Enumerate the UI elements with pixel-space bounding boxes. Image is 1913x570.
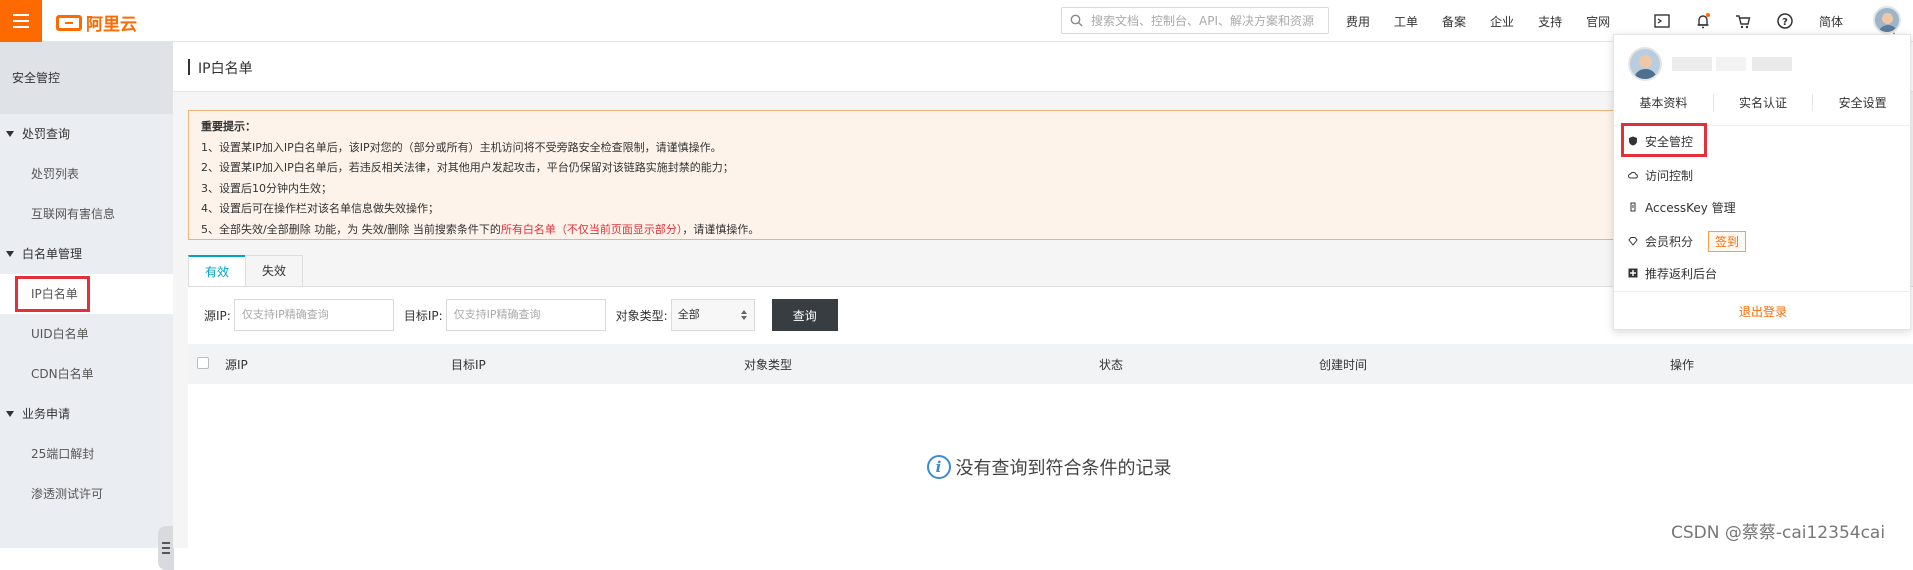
column-target-ip[interactable]: 目标IP bbox=[451, 356, 486, 373]
cart-icon[interactable] bbox=[1733, 11, 1753, 31]
caret-down-icon bbox=[6, 411, 14, 417]
menu-icon[interactable] bbox=[0, 0, 42, 42]
target-ip-input[interactable]: 仅支持IP精确查询 bbox=[445, 299, 606, 331]
menu-item-access-control[interactable]: 访问控制 bbox=[1628, 163, 1693, 187]
menu-item-security-control[interactable]: 安全管控 bbox=[1628, 129, 1693, 153]
sidebar: 安全管控 处罚查询 处罚列表 互联网有害信息 白名单管理 IP白名单 UID白名… bbox=[0, 42, 174, 570]
csdn-watermark: CSDN @蔡蔡-cai12354cai bbox=[1671, 523, 1886, 543]
notice-warning-text: 所有白名单（不仅当前页面显示部分） bbox=[500, 222, 683, 236]
column-object-type[interactable]: 对象类型 bbox=[744, 356, 792, 373]
column-actions: 操作 bbox=[1670, 358, 1695, 372]
help-icon[interactable]: ? bbox=[1775, 11, 1795, 31]
source-ip-input[interactable]: 仅支持IP精确查询 bbox=[233, 299, 394, 331]
object-type-select[interactable]: 全部 bbox=[670, 299, 755, 331]
key-icon bbox=[1630, 202, 1636, 212]
sidebar-group-business[interactable]: 业务申请 bbox=[0, 394, 173, 434]
notice-line: 3、设置后10分钟内生效； bbox=[201, 181, 332, 195]
svg-text:?: ? bbox=[1782, 17, 1788, 28]
tab-valid[interactable]: 有效 bbox=[188, 255, 247, 287]
top-nav-links: 费用 工单 备案 企业 支持 官网 bbox=[1346, 0, 1634, 42]
notice-line: 4、设置后可在操作栏对该名单信息做失效操作； bbox=[201, 202, 439, 215]
global-search[interactable] bbox=[1061, 7, 1329, 34]
bell-icon[interactable] bbox=[1693, 11, 1713, 31]
redacted-username-part bbox=[1716, 57, 1746, 71]
nav-link-icp[interactable]: 备案 bbox=[1442, 13, 1466, 30]
sidebar-item-ip-whitelist[interactable]: IP白名单 bbox=[0, 274, 173, 314]
notice-line: 5、全部失效/全部删除 功能，为 失效/删除 当前搜索条件下的所有白名单（不仅当… bbox=[201, 222, 760, 236]
redacted-username bbox=[1672, 57, 1712, 71]
query-button[interactable]: 查询 bbox=[771, 299, 838, 331]
sidebar-title: 安全管控 bbox=[0, 42, 173, 114]
plus-box-icon bbox=[1628, 268, 1638, 278]
menu-item-referral[interactable]: 推荐返利后台 bbox=[1628, 261, 1717, 285]
sign-in-badge[interactable]: 签到 bbox=[1708, 230, 1747, 252]
account-tabs: 基本资料 实名认证 安全设置 bbox=[1614, 87, 1912, 117]
logo-mark bbox=[56, 14, 82, 31]
select-all-checkbox[interactable] bbox=[197, 357, 209, 369]
tab-realname-auth[interactable]: 实名认证 bbox=[1714, 93, 1814, 111]
search-input[interactable] bbox=[1089, 12, 1319, 29]
empty-state: i 没有查询到符合条件的记录 bbox=[188, 384, 1913, 549]
language-switch[interactable]: 简体 bbox=[1819, 13, 1843, 30]
column-status[interactable]: 状态 bbox=[1099, 356, 1123, 373]
notice-heading: 重要提示： bbox=[201, 120, 256, 133]
column-created-time[interactable]: 创建时间 bbox=[1319, 356, 1367, 373]
logo-text: 阿里云 bbox=[86, 15, 137, 35]
shield-icon bbox=[1629, 136, 1637, 146]
target-ip-label: 目标IP: bbox=[403, 308, 443, 323]
notice-line: 2、设置某IP加入IP白名单后，若违反相关法律，对其他用户发起攻击，平台仍保留对… bbox=[201, 161, 734, 174]
menu-item-member-points[interactable]: 会员积分 签到 bbox=[1628, 229, 1747, 253]
page-title: IP白名单 bbox=[198, 61, 253, 77]
user-dropdown-menu: 基本资料 实名认证 安全设置 安全管控 访问控制 AccessKey 管理 会员… bbox=[1613, 34, 1912, 331]
caret-down-icon bbox=[6, 131, 14, 137]
sidebar-collapse-handle[interactable] bbox=[158, 526, 174, 570]
sidebar-item-harmful-info[interactable]: 互联网有害信息 bbox=[0, 194, 173, 234]
sidebar-item-penalty-list[interactable]: 处罚列表 bbox=[0, 154, 173, 194]
table-header: 源IP 目标IP 对象类型 状态 创建时间 操作 bbox=[188, 344, 1913, 384]
sidebar-item-uid-whitelist[interactable]: UID白名单 bbox=[0, 314, 173, 354]
nav-link-fees[interactable]: 费用 bbox=[1346, 13, 1370, 30]
notice-line: 1、设置某IP加入IP白名单后，该IP对您的（部分或所有）主机访问将不受旁路安全… bbox=[201, 140, 722, 154]
sidebar-group-penalty[interactable]: 处罚查询 bbox=[0, 114, 173, 154]
caret-down-icon bbox=[6, 251, 14, 257]
dropdown-avatar bbox=[1628, 47, 1662, 81]
object-type-label: 对象类型: bbox=[615, 308, 668, 323]
redacted-username-part bbox=[1752, 57, 1792, 71]
logout-button[interactable]: 退出登录 bbox=[1614, 291, 1912, 331]
sidebar-item-cdn-whitelist[interactable]: CDN白名单 bbox=[0, 354, 173, 394]
cloud-icon bbox=[1628, 171, 1638, 179]
nav-link-enterprise[interactable]: 企业 bbox=[1490, 13, 1514, 30]
tab-basic-info[interactable]: 基本资料 bbox=[1614, 93, 1714, 111]
nav-link-website[interactable]: 官网 bbox=[1586, 13, 1610, 30]
nav-link-support[interactable]: 支持 bbox=[1538, 13, 1562, 30]
source-ip-label: 源IP: bbox=[204, 308, 231, 323]
menu-item-accesskey[interactable]: AccessKey 管理 bbox=[1628, 195, 1736, 219]
sidebar-group-whitelist[interactable]: 白名单管理 bbox=[0, 234, 173, 274]
aliyun-logo[interactable]: 阿里云 bbox=[56, 10, 137, 35]
sidebar-item-port25[interactable]: 25端口解封 bbox=[0, 434, 173, 474]
empty-message: 没有查询到符合条件的记录 bbox=[955, 457, 1172, 479]
status-tabs: 有效 失效 bbox=[188, 255, 304, 287]
search-icon bbox=[1070, 14, 1083, 27]
user-avatar[interactable] bbox=[1873, 6, 1901, 34]
sidebar-item-pentest[interactable]: 渗透测试许可 bbox=[0, 474, 173, 514]
filter-bar: 源IP: 仅支持IP精确查询 目标IP: 仅支持IP精确查询 对象类型: 全部 … bbox=[188, 287, 838, 343]
nav-link-tickets[interactable]: 工单 bbox=[1394, 13, 1418, 30]
tab-security-settings[interactable]: 安全设置 bbox=[1813, 94, 1912, 111]
column-source-ip[interactable]: 源IP bbox=[225, 356, 248, 373]
info-icon: i bbox=[926, 454, 951, 479]
diamond-icon bbox=[1628, 237, 1638, 246]
terminal-icon[interactable] bbox=[1652, 11, 1672, 31]
sort-arrows-icon bbox=[740, 310, 747, 320]
red-highlight-box bbox=[15, 276, 90, 312]
important-notice: 重要提示： 1、设置某IP加入IP白名单后，该IP对您的（部分或所有）主机访问将… bbox=[188, 110, 1648, 240]
tab-invalid[interactable]: 失效 bbox=[245, 255, 304, 287]
